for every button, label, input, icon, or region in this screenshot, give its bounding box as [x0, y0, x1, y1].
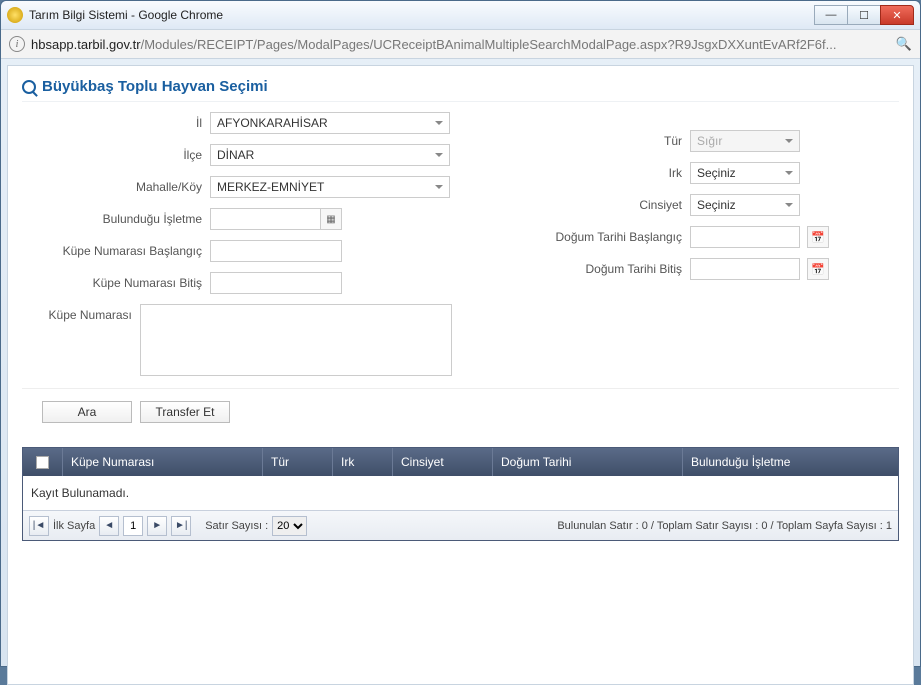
isletme-lookup-button[interactable] [320, 208, 342, 230]
minimize-button[interactable] [814, 5, 848, 25]
app-favicon [7, 7, 23, 23]
url-path: /Modules/RECEIPT/Pages/ModalPages/UCRece… [141, 37, 837, 52]
ilce-select[interactable]: DİNAR [210, 144, 450, 166]
il-select[interactable]: AFYONKARAHİSAR [210, 112, 450, 134]
titlebar: Tarım Bilgi Sistemi - Google Chrome [1, 1, 920, 29]
isletme-label: Bulunduğu İşletme [22, 212, 202, 226]
calendar-icon[interactable] [807, 226, 829, 248]
kupe-baslangic-input[interactable] [210, 240, 342, 262]
pager-first-label: İlk Sayfa [53, 520, 95, 532]
column-isletme[interactable]: Bulunduğu İşletme [683, 448, 898, 476]
mahalle-select[interactable]: MERKEZ-EMNİYET [210, 176, 450, 198]
dogum-baslangic-label: Doğum Tarihi Başlangıç [492, 230, 682, 244]
form-right-column: Tür Sığır Irk Seçiniz Cinsiyet [492, 112, 852, 376]
pager-first-button[interactable]: |◄ [29, 516, 49, 536]
column-dogum[interactable]: Doğum Tarihi [493, 448, 683, 476]
chevron-down-icon [435, 153, 443, 157]
kupe-numarasi-textarea[interactable] [140, 304, 452, 376]
ilce-label: İlçe [22, 148, 202, 162]
search-form: İl AFYONKARAHİSAR İlçe DİNAR Mahalle/Köy [22, 112, 899, 376]
app-window: Tarım Bilgi Sistemi - Google Chrome hbsa… [0, 0, 921, 667]
page-header: Büyükbaş Toplu Hayvan Seçimi [22, 78, 899, 102]
irk-select[interactable]: Seçiniz [690, 162, 800, 184]
tur-label: Tür [492, 134, 682, 148]
select-all-header[interactable] [23, 448, 63, 476]
window-controls [815, 5, 914, 25]
dogum-bitis-label: Doğum Tarihi Bitiş [492, 262, 682, 276]
dogum-bitis-input[interactable] [690, 258, 800, 280]
close-button[interactable] [880, 5, 914, 25]
calendar-icon[interactable] [807, 258, 829, 280]
address-bar: hbsapp.tarbil.gov.tr/Modules/RECEIPT/Pag… [1, 29, 920, 59]
grid-pager: |◄ İlk Sayfa ◄ ► ►| Satır Sayısı : 20 Bu… [23, 510, 898, 540]
isletme-input[interactable] [210, 208, 321, 230]
pager-prev-button[interactable]: ◄ [99, 516, 119, 536]
column-cinsiyet[interactable]: Cinsiyet [393, 448, 493, 476]
window-title: Tarım Bilgi Sistemi - Google Chrome [29, 8, 815, 22]
row-count-label: Satır Sayısı : [205, 520, 268, 532]
select-all-checkbox[interactable] [36, 456, 49, 469]
tur-select: Sığır [690, 130, 800, 152]
chevron-down-icon [435, 185, 443, 189]
url-host: hbsapp.tarbil.gov.tr [31, 37, 141, 52]
cinsiyet-select[interactable]: Seçiniz [690, 194, 800, 216]
pager-last-button[interactable]: ►| [171, 516, 191, 536]
transfer-et-button[interactable]: Transfer Et [140, 401, 230, 423]
url-display[interactable]: hbsapp.tarbil.gov.tr/Modules/RECEIPT/Pag… [31, 37, 890, 52]
maximize-button[interactable] [847, 5, 881, 25]
kupe-bitis-input[interactable] [210, 272, 342, 294]
kupe-bitis-label: Küpe Numarası Bitiş [22, 276, 202, 290]
chevron-down-icon [435, 121, 443, 125]
column-kupe[interactable]: Küpe Numarası [63, 448, 263, 476]
ara-button[interactable]: Ara [42, 401, 132, 423]
zoom-icon[interactable] [896, 36, 912, 52]
kupe-baslangic-label: Küpe Numarası Başlangıç [22, 244, 202, 258]
cinsiyet-label: Cinsiyet [492, 198, 682, 212]
pager-page-input[interactable] [123, 516, 143, 536]
il-label: İl [22, 116, 202, 130]
pager-next-button[interactable]: ► [147, 516, 167, 536]
divider [22, 388, 899, 389]
chevron-down-icon [785, 203, 793, 207]
pager-info: Bulunulan Satır : 0 / Toplam Satır Sayıs… [557, 520, 892, 532]
dogum-baslangic-input[interactable] [690, 226, 800, 248]
site-info-icon[interactable] [9, 36, 25, 52]
row-count-select[interactable]: 20 [272, 516, 307, 536]
form-left-column: İl AFYONKARAHİSAR İlçe DİNAR Mahalle/Köy [22, 112, 452, 376]
chevron-down-icon [785, 139, 793, 143]
grid-header: Küpe Numarası Tür Irk Cinsiyet Doğum Tar… [23, 448, 898, 476]
chevron-down-icon [785, 171, 793, 175]
results-grid: Küpe Numarası Tür Irk Cinsiyet Doğum Tar… [22, 447, 899, 541]
mahalle-label: Mahalle/Köy [22, 180, 202, 194]
grid-empty-message: Kayıt Bulunamadı. [23, 476, 898, 510]
kupe-numarasi-label: Küpe Numarası [22, 304, 132, 322]
irk-label: Irk [492, 166, 682, 180]
action-buttons: Ara Transfer Et [42, 401, 899, 423]
column-irk[interactable]: Irk [333, 448, 393, 476]
page-content: Büyükbaş Toplu Hayvan Seçimi İl AFYONKAR… [7, 65, 914, 685]
page-title: Büyükbaş Toplu Hayvan Seçimi [42, 78, 268, 95]
search-icon [22, 80, 36, 94]
column-tur[interactable]: Tür [263, 448, 333, 476]
